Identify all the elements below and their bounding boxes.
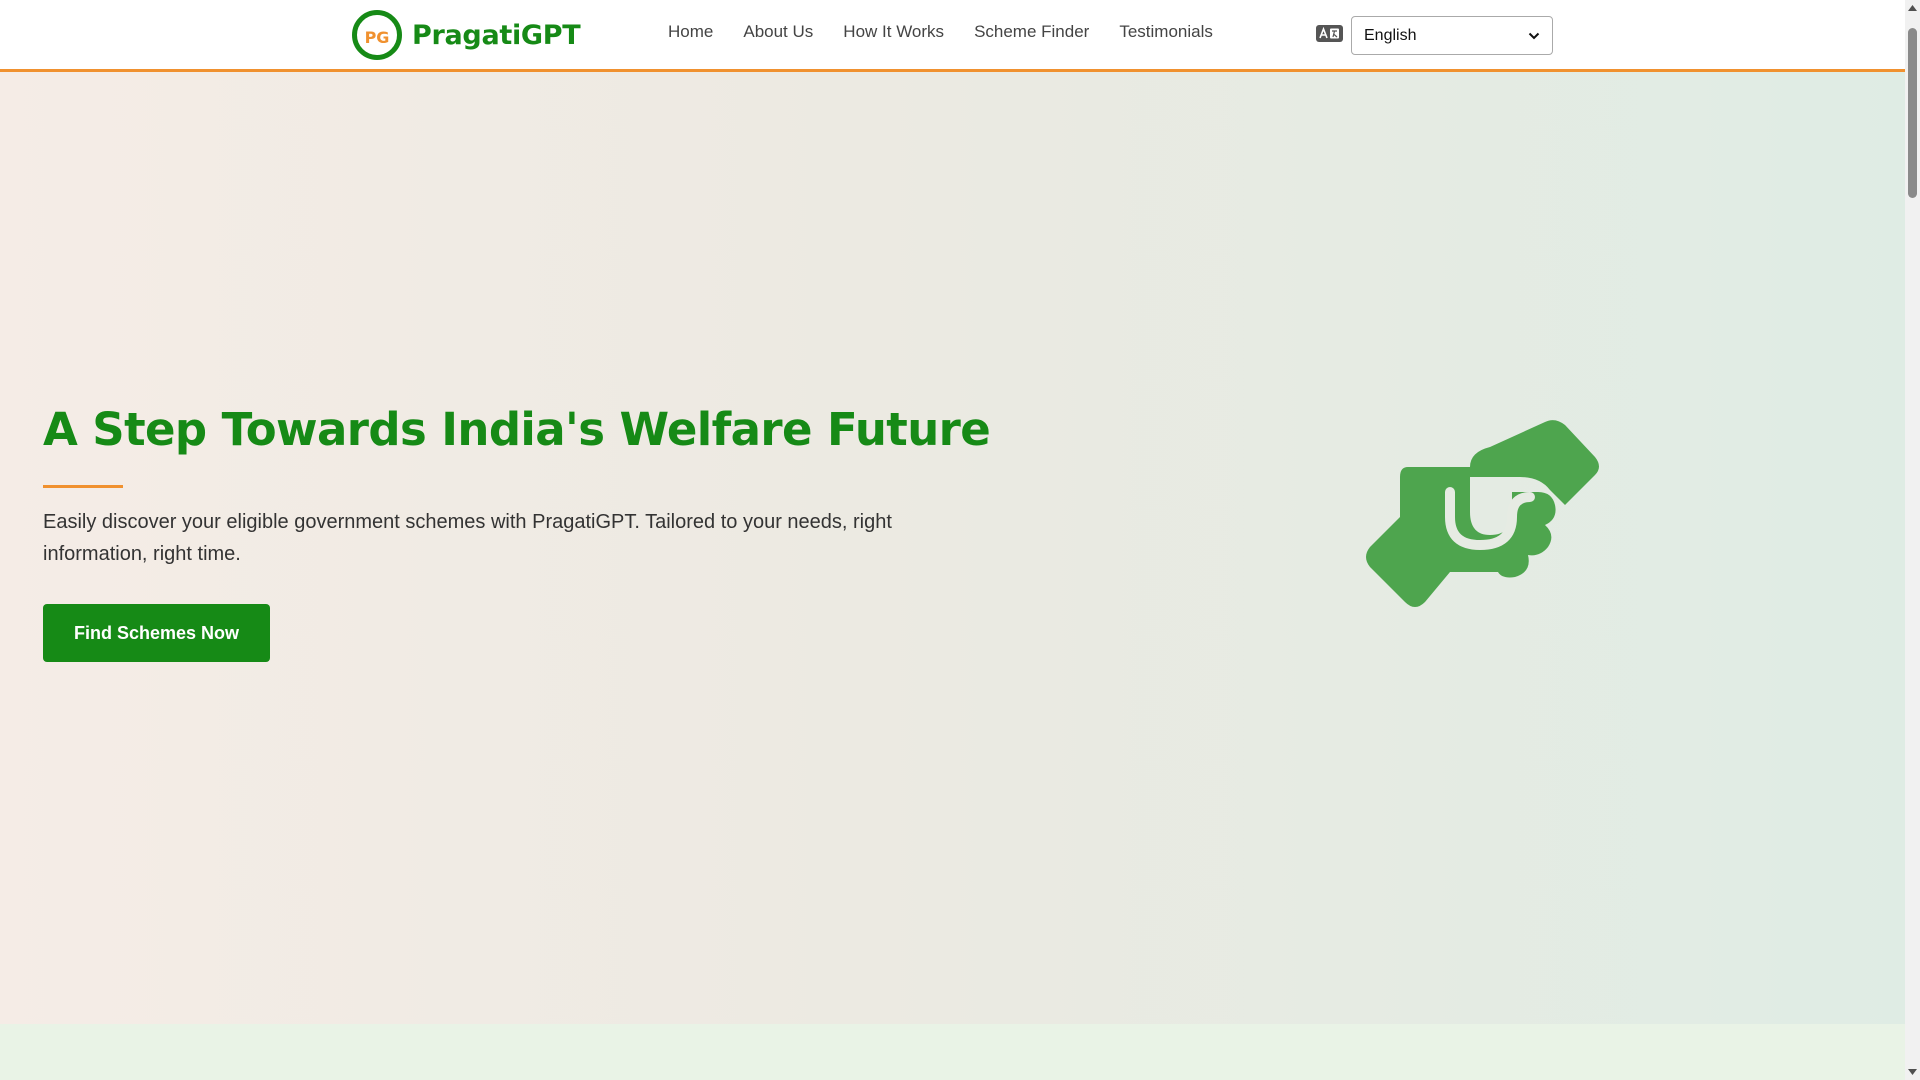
brand-logo-link[interactable]: PG PragatiGPT (352, 10, 581, 60)
nav-link-about-us[interactable]: About Us (743, 20, 813, 44)
logo-initials: PG (364, 27, 390, 47)
nav-links: Home About Us How It Works Scheme Finder… (668, 20, 1243, 44)
scroll-down-arrow-icon[interactable] (1908, 1068, 1917, 1076)
chevron-down-icon (1528, 32, 1540, 39)
scroll-up-arrow-icon[interactable] (1908, 4, 1917, 12)
language-icon (1316, 25, 1343, 42)
nav-link-scheme-finder[interactable]: Scheme Finder (974, 20, 1089, 44)
hero-description: Easily discover your eligible government… (43, 511, 892, 565)
find-schemes-button[interactable]: Find Schemes Now (43, 604, 270, 662)
navbar: PG PragatiGPT Home About Us How It Works… (0, 0, 1905, 72)
brand-name: PragatiGPT (412, 19, 581, 51)
vertical-scrollbar[interactable] (1905, 0, 1920, 1080)
nav-link-testimonials[interactable]: Testimonials (1119, 20, 1213, 44)
page: PG PragatiGPT Home About Us How It Works… (0, 0, 1905, 1080)
language-select-value: English (1364, 26, 1417, 44)
next-section (0, 1024, 1905, 1080)
scrollbar-thumb[interactable] (1908, 28, 1917, 198)
language-select[interactable]: English (1351, 16, 1553, 55)
hero-title: A Step Towards India's Welfare Future (43, 403, 991, 456)
hero-title-underline (43, 485, 123, 488)
handshake-icon (1366, 420, 1599, 607)
logo-circle: PG (352, 10, 402, 60)
hero-section: A Step Towards India's Welfare Future Ea… (0, 72, 1905, 1024)
nav-link-home[interactable]: Home (668, 20, 713, 44)
nav-link-how-it-works[interactable]: How It Works (843, 20, 944, 44)
